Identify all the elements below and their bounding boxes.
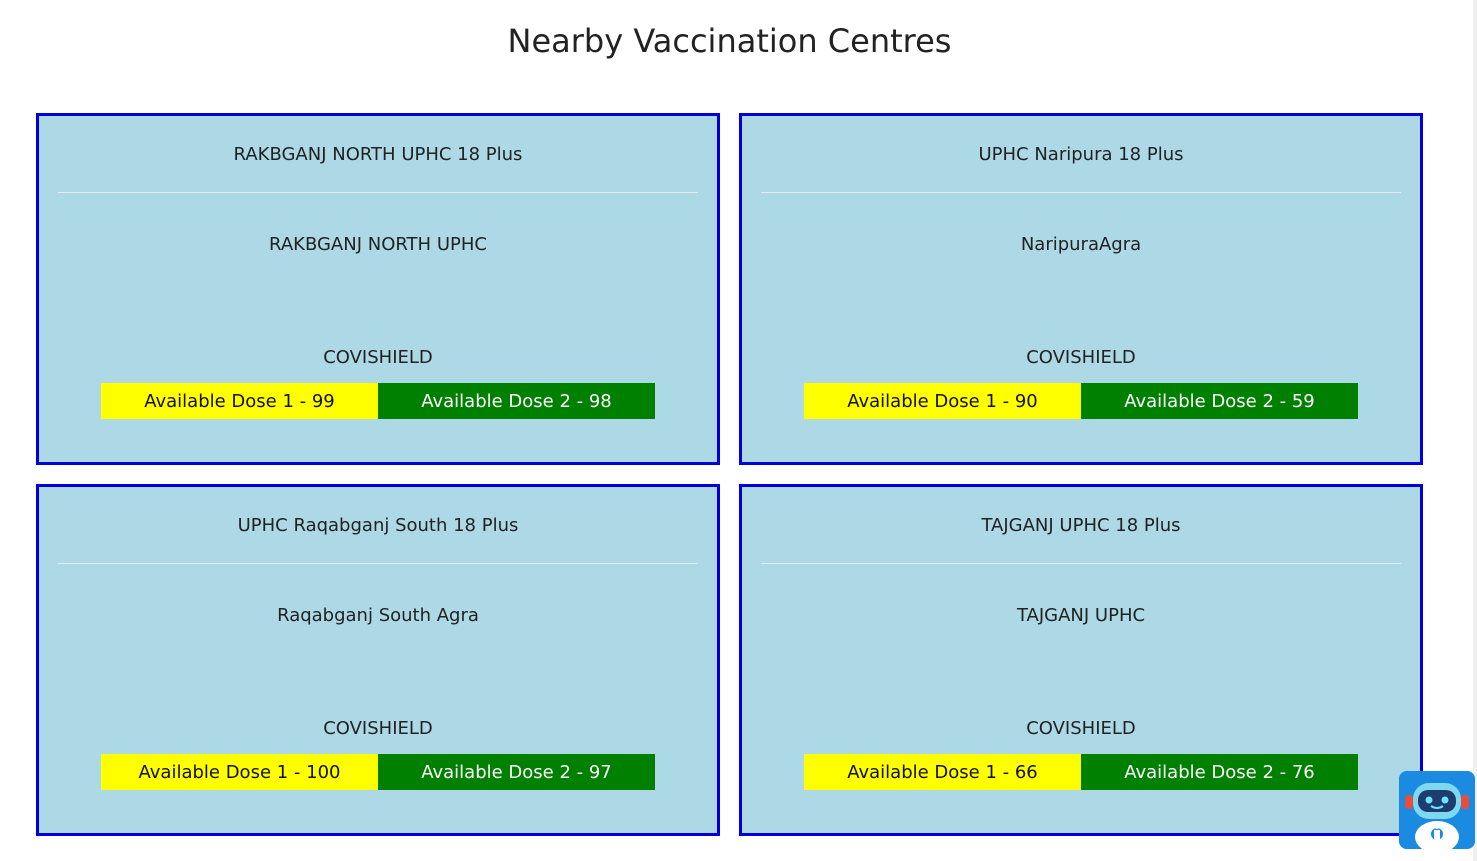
centre-address: RAKBGANJ NORTH UPHC xyxy=(269,234,487,255)
centre-name: TAJGANJ UPHC 18 Plus xyxy=(981,515,1181,536)
centre-name: UPHC Naripura 18 Plus xyxy=(978,144,1184,165)
dose2-badge: Available Dose 2 - 98 xyxy=(378,383,655,419)
centre-address: Raqabganj South Agra xyxy=(277,605,479,626)
centre-card: UPHC Raqabganj South 18 Plus Raqabganj S… xyxy=(36,484,720,836)
centre-card: RAKBGANJ NORTH UPHC 18 Plus RAKBGANJ NOR… xyxy=(36,113,720,465)
page-title: Nearby Vaccination Centres xyxy=(507,22,952,60)
page: Nearby Vaccination Centres RAKBGANJ NORT… xyxy=(0,0,1477,861)
divider xyxy=(58,192,698,193)
dose1-badge: Available Dose 1 - 99 xyxy=(101,383,378,419)
dose-availability: Available Dose 1 - 99 Available Dose 2 -… xyxy=(101,383,655,419)
dose-availability: Available Dose 1 - 66 Available Dose 2 -… xyxy=(804,754,1358,790)
divider xyxy=(58,563,698,564)
centre-address: TAJGANJ UPHC xyxy=(1016,605,1146,626)
centre-address: NaripuraAgra xyxy=(1020,234,1142,255)
dose2-badge: Available Dose 2 - 59 xyxy=(1081,383,1358,419)
dose2-badge: Available Dose 2 - 97 xyxy=(378,754,655,790)
centre-name: UPHC Raqabganj South 18 Plus xyxy=(237,515,519,536)
dose1-badge: Available Dose 1 - 100 xyxy=(101,754,378,790)
chatbot-button[interactable] xyxy=(1399,771,1475,849)
vaccine-name: COVISHIELD xyxy=(323,347,433,368)
centre-card: TAJGANJ UPHC 18 Plus TAJGANJ UPHC COVISH… xyxy=(739,484,1423,836)
scrollbar[interactable] xyxy=(1473,0,1477,861)
divider xyxy=(761,563,1401,564)
dose-availability: Available Dose 1 - 100 Available Dose 2 … xyxy=(101,754,655,790)
dose-availability: Available Dose 1 - 90 Available Dose 2 -… xyxy=(804,383,1358,419)
centre-card: UPHC Naripura 18 Plus NaripuraAgra COVIS… xyxy=(739,113,1423,465)
centre-name: RAKBGANJ NORTH UPHC 18 Plus xyxy=(233,144,523,165)
divider xyxy=(761,192,1401,193)
chatbot-robot-icon xyxy=(1399,771,1475,849)
dose2-badge: Available Dose 2 - 76 xyxy=(1081,754,1358,790)
vaccine-name: COVISHIELD xyxy=(1026,347,1136,368)
dose1-badge: Available Dose 1 - 66 xyxy=(804,754,1081,790)
vaccine-name: COVISHIELD xyxy=(1026,718,1136,739)
dose1-badge: Available Dose 1 - 90 xyxy=(804,383,1081,419)
vaccine-name: COVISHIELD xyxy=(323,718,433,739)
